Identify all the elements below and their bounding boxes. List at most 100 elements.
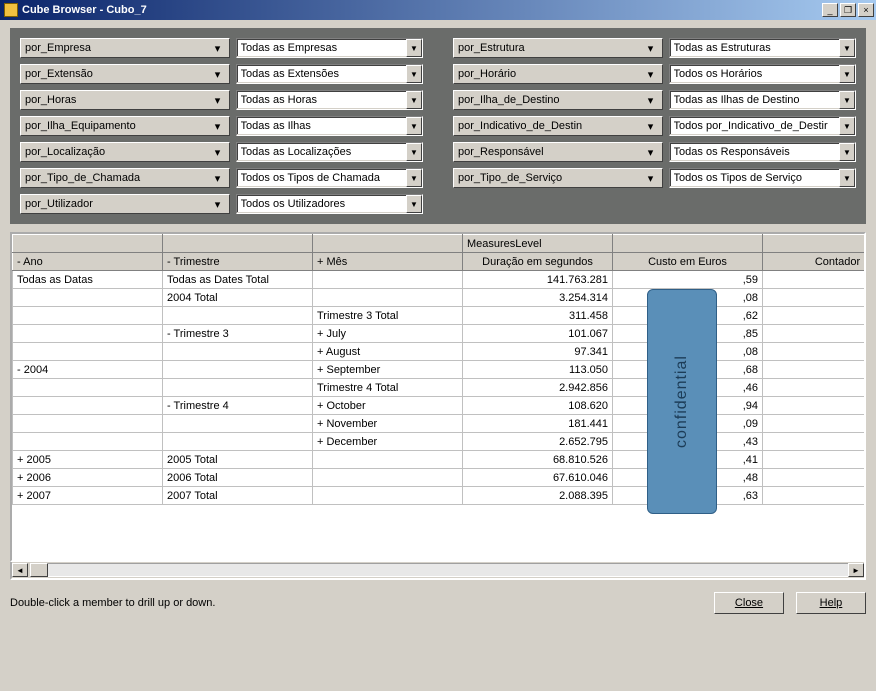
header-measures[interactable]: MeasuresLevel bbox=[463, 235, 613, 253]
scroll-track[interactable] bbox=[48, 563, 848, 577]
dimension-por_Indicativo_de_Destin[interactable]: por_Indicativo_de_Destin▾ bbox=[453, 116, 663, 136]
cell-c[interactable] bbox=[313, 271, 463, 289]
table-row[interactable]: - Trimestre 4+ October108.620,94970 bbox=[13, 397, 867, 415]
combo-por_Ilha_Equipamento[interactable]: Todas as Ilhas▼ bbox=[236, 116, 423, 136]
cell-b[interactable] bbox=[163, 433, 313, 451]
table-row[interactable]: + 20072007 Total2.088.395,6314.498 bbox=[13, 487, 867, 505]
cell-a[interactable] bbox=[13, 325, 163, 343]
dimension-por_Tipo_de_Serviço[interactable]: por_Tipo_de_Serviço▾ bbox=[453, 168, 663, 188]
combo-por_Empresa[interactable]: Todas as Empresas▼ bbox=[236, 38, 423, 58]
dimension-por_Extensão[interactable]: por_Extensão▾ bbox=[20, 64, 230, 84]
cell-c[interactable]: Trimestre 3 Total bbox=[313, 307, 463, 325]
cell-b[interactable]: 2006 Total bbox=[163, 469, 313, 487]
cell-f[interactable]: 473.246 bbox=[763, 451, 867, 469]
cell-d[interactable]: 68.810.526 bbox=[463, 451, 613, 469]
cell-a[interactable] bbox=[13, 415, 163, 433]
close-window-button[interactable]: × bbox=[858, 3, 874, 17]
cell-f[interactable]: 683 bbox=[763, 325, 867, 343]
header-custo[interactable]: Custo em Euros bbox=[613, 253, 763, 271]
dropdown-button-icon[interactable]: ▼ bbox=[839, 39, 855, 57]
dimension-por_Empresa[interactable]: por_Empresa▾ bbox=[20, 38, 230, 58]
cell-d[interactable]: 2.088.395 bbox=[463, 487, 613, 505]
combo-por_Horário[interactable]: Todos os Horários▼ bbox=[669, 64, 856, 84]
combo-por_Ilha_de_Destino[interactable]: Todas as Ilhas de Destino▼ bbox=[669, 90, 856, 110]
cell-f[interactable]: 477.295 bbox=[763, 469, 867, 487]
dropdown-button-icon[interactable]: ▼ bbox=[406, 117, 422, 135]
cell-a[interactable] bbox=[13, 289, 163, 307]
cell-a[interactable] bbox=[13, 343, 163, 361]
dimension-por_Tipo_de_Chamada[interactable]: por_Tipo_de_Chamada▾ bbox=[20, 168, 230, 188]
cell-a[interactable]: - 2004 bbox=[13, 361, 163, 379]
combo-por_Extensão[interactable]: Todas as Extensões▼ bbox=[236, 64, 423, 84]
scroll-left-icon[interactable]: ◄ bbox=[12, 563, 28, 577]
cell-d[interactable]: 2.652.795 bbox=[463, 433, 613, 451]
cell-f[interactable]: 21.365 bbox=[763, 379, 867, 397]
cell-f[interactable]: 1.152 bbox=[763, 415, 867, 433]
minimize-button[interactable]: _ bbox=[822, 3, 838, 17]
cell-c[interactable]: + July bbox=[313, 325, 463, 343]
cell-b[interactable]: - Trimestre 4 bbox=[163, 397, 313, 415]
combo-por_Indicativo_de_Destin[interactable]: Todos por_Indicativo_de_Destir▼ bbox=[669, 116, 856, 136]
dropdown-button-icon[interactable]: ▼ bbox=[839, 117, 855, 135]
cell-a[interactable] bbox=[13, 379, 163, 397]
cell-c[interactable] bbox=[313, 289, 463, 307]
cell-a[interactable] bbox=[13, 433, 163, 451]
dimension-por_Utilizador[interactable]: por_Utilizador▾ bbox=[20, 194, 230, 214]
cell-d[interactable]: 181.441 bbox=[463, 415, 613, 433]
cell-c[interactable]: + September bbox=[313, 361, 463, 379]
combo-por_Localização[interactable]: Todas as Localizações▼ bbox=[236, 142, 423, 162]
close-button[interactable]: Close bbox=[714, 592, 784, 614]
header-ano[interactable]: - Ano bbox=[13, 253, 163, 271]
combo-por_Responsável[interactable]: Todas os Responsáveis▼ bbox=[669, 142, 856, 162]
cell-b[interactable]: 2004 Total bbox=[163, 289, 313, 307]
cell-c[interactable]: + August bbox=[313, 343, 463, 361]
table-row[interactable]: - Trimestre 3+ July101.067,85683 bbox=[13, 325, 867, 343]
cell-f[interactable]: 2.491 bbox=[763, 307, 867, 325]
dropdown-button-icon[interactable]: ▼ bbox=[406, 143, 422, 161]
cell-b[interactable]: 2007 Total bbox=[163, 487, 313, 505]
dimension-por_Horas[interactable]: por_Horas▾ bbox=[20, 90, 230, 110]
dropdown-button-icon[interactable]: ▼ bbox=[839, 169, 855, 187]
scroll-right-icon[interactable]: ► bbox=[848, 563, 864, 577]
cell-d[interactable]: 113.050 bbox=[463, 361, 613, 379]
table-row[interactable]: Todas as DatasTodas as Dates Total141.76… bbox=[13, 271, 867, 289]
combo-por_Estrutura[interactable]: Todas as Estruturas▼ bbox=[669, 38, 856, 58]
horizontal-scrollbar[interactable]: ◄ ► bbox=[10, 562, 866, 580]
cell-a[interactable]: + 2007 bbox=[13, 487, 163, 505]
dimension-por_Ilha_de_Destino[interactable]: por_Ilha_de_Destino▾ bbox=[453, 90, 663, 110]
dimension-por_Ilha_Equipamento[interactable]: por_Ilha_Equipamento▾ bbox=[20, 116, 230, 136]
dimension-por_Localização[interactable]: por_Localização▾ bbox=[20, 142, 230, 162]
table-row[interactable]: + 20052005 Total68.810.526,41473.246 bbox=[13, 451, 867, 469]
header-duracao[interactable]: Duração em segundos bbox=[463, 253, 613, 271]
cell-f[interactable]: 730 bbox=[763, 343, 867, 361]
dropdown-button-icon[interactable]: ▼ bbox=[406, 65, 422, 83]
cell-f[interactable]: 19.243 bbox=[763, 433, 867, 451]
restore-button[interactable]: ❐ bbox=[840, 3, 856, 17]
cell-a[interactable]: + 2005 bbox=[13, 451, 163, 469]
combo-por_Tipo_de_Serviço[interactable]: Todos os Tipos de Serviço▼ bbox=[669, 168, 856, 188]
cell-f[interactable]: 988.895 bbox=[763, 271, 867, 289]
cell-b[interactable] bbox=[163, 307, 313, 325]
table-row[interactable]: 2004 Total3.254.314,0823.856 bbox=[13, 289, 867, 307]
cell-b[interactable] bbox=[163, 415, 313, 433]
dropdown-button-icon[interactable]: ▼ bbox=[839, 143, 855, 161]
cell-c[interactable]: Trimestre 4 Total bbox=[313, 379, 463, 397]
dimension-por_Responsável[interactable]: por_Responsável▾ bbox=[453, 142, 663, 162]
table-row[interactable]: Trimestre 4 Total2.942.856,4621.365 bbox=[13, 379, 867, 397]
cell-d[interactable]: 3.254.314 bbox=[463, 289, 613, 307]
cell-d[interactable]: 101.067 bbox=[463, 325, 613, 343]
cell-d[interactable]: 108.620 bbox=[463, 397, 613, 415]
cell-b[interactable] bbox=[163, 343, 313, 361]
dimension-por_Horário[interactable]: por_Horário▾ bbox=[453, 64, 663, 84]
cell-e[interactable]: ,59 bbox=[613, 271, 763, 289]
cell-a[interactable] bbox=[13, 397, 163, 415]
pivot-grid[interactable]: MeasuresLevel - Ano - Trimestre + Mês Du… bbox=[10, 232, 866, 562]
header-contador[interactable]: Contador bbox=[763, 253, 867, 271]
cell-c[interactable] bbox=[313, 487, 463, 505]
cell-c[interactable] bbox=[313, 469, 463, 487]
table-row[interactable]: + December2.652.795,4319.243 bbox=[13, 433, 867, 451]
dropdown-button-icon[interactable]: ▼ bbox=[406, 91, 422, 109]
combo-por_Horas[interactable]: Todas as Horas▼ bbox=[236, 90, 423, 110]
cell-a[interactable]: + 2006 bbox=[13, 469, 163, 487]
cell-f[interactable]: 1.078 bbox=[763, 361, 867, 379]
